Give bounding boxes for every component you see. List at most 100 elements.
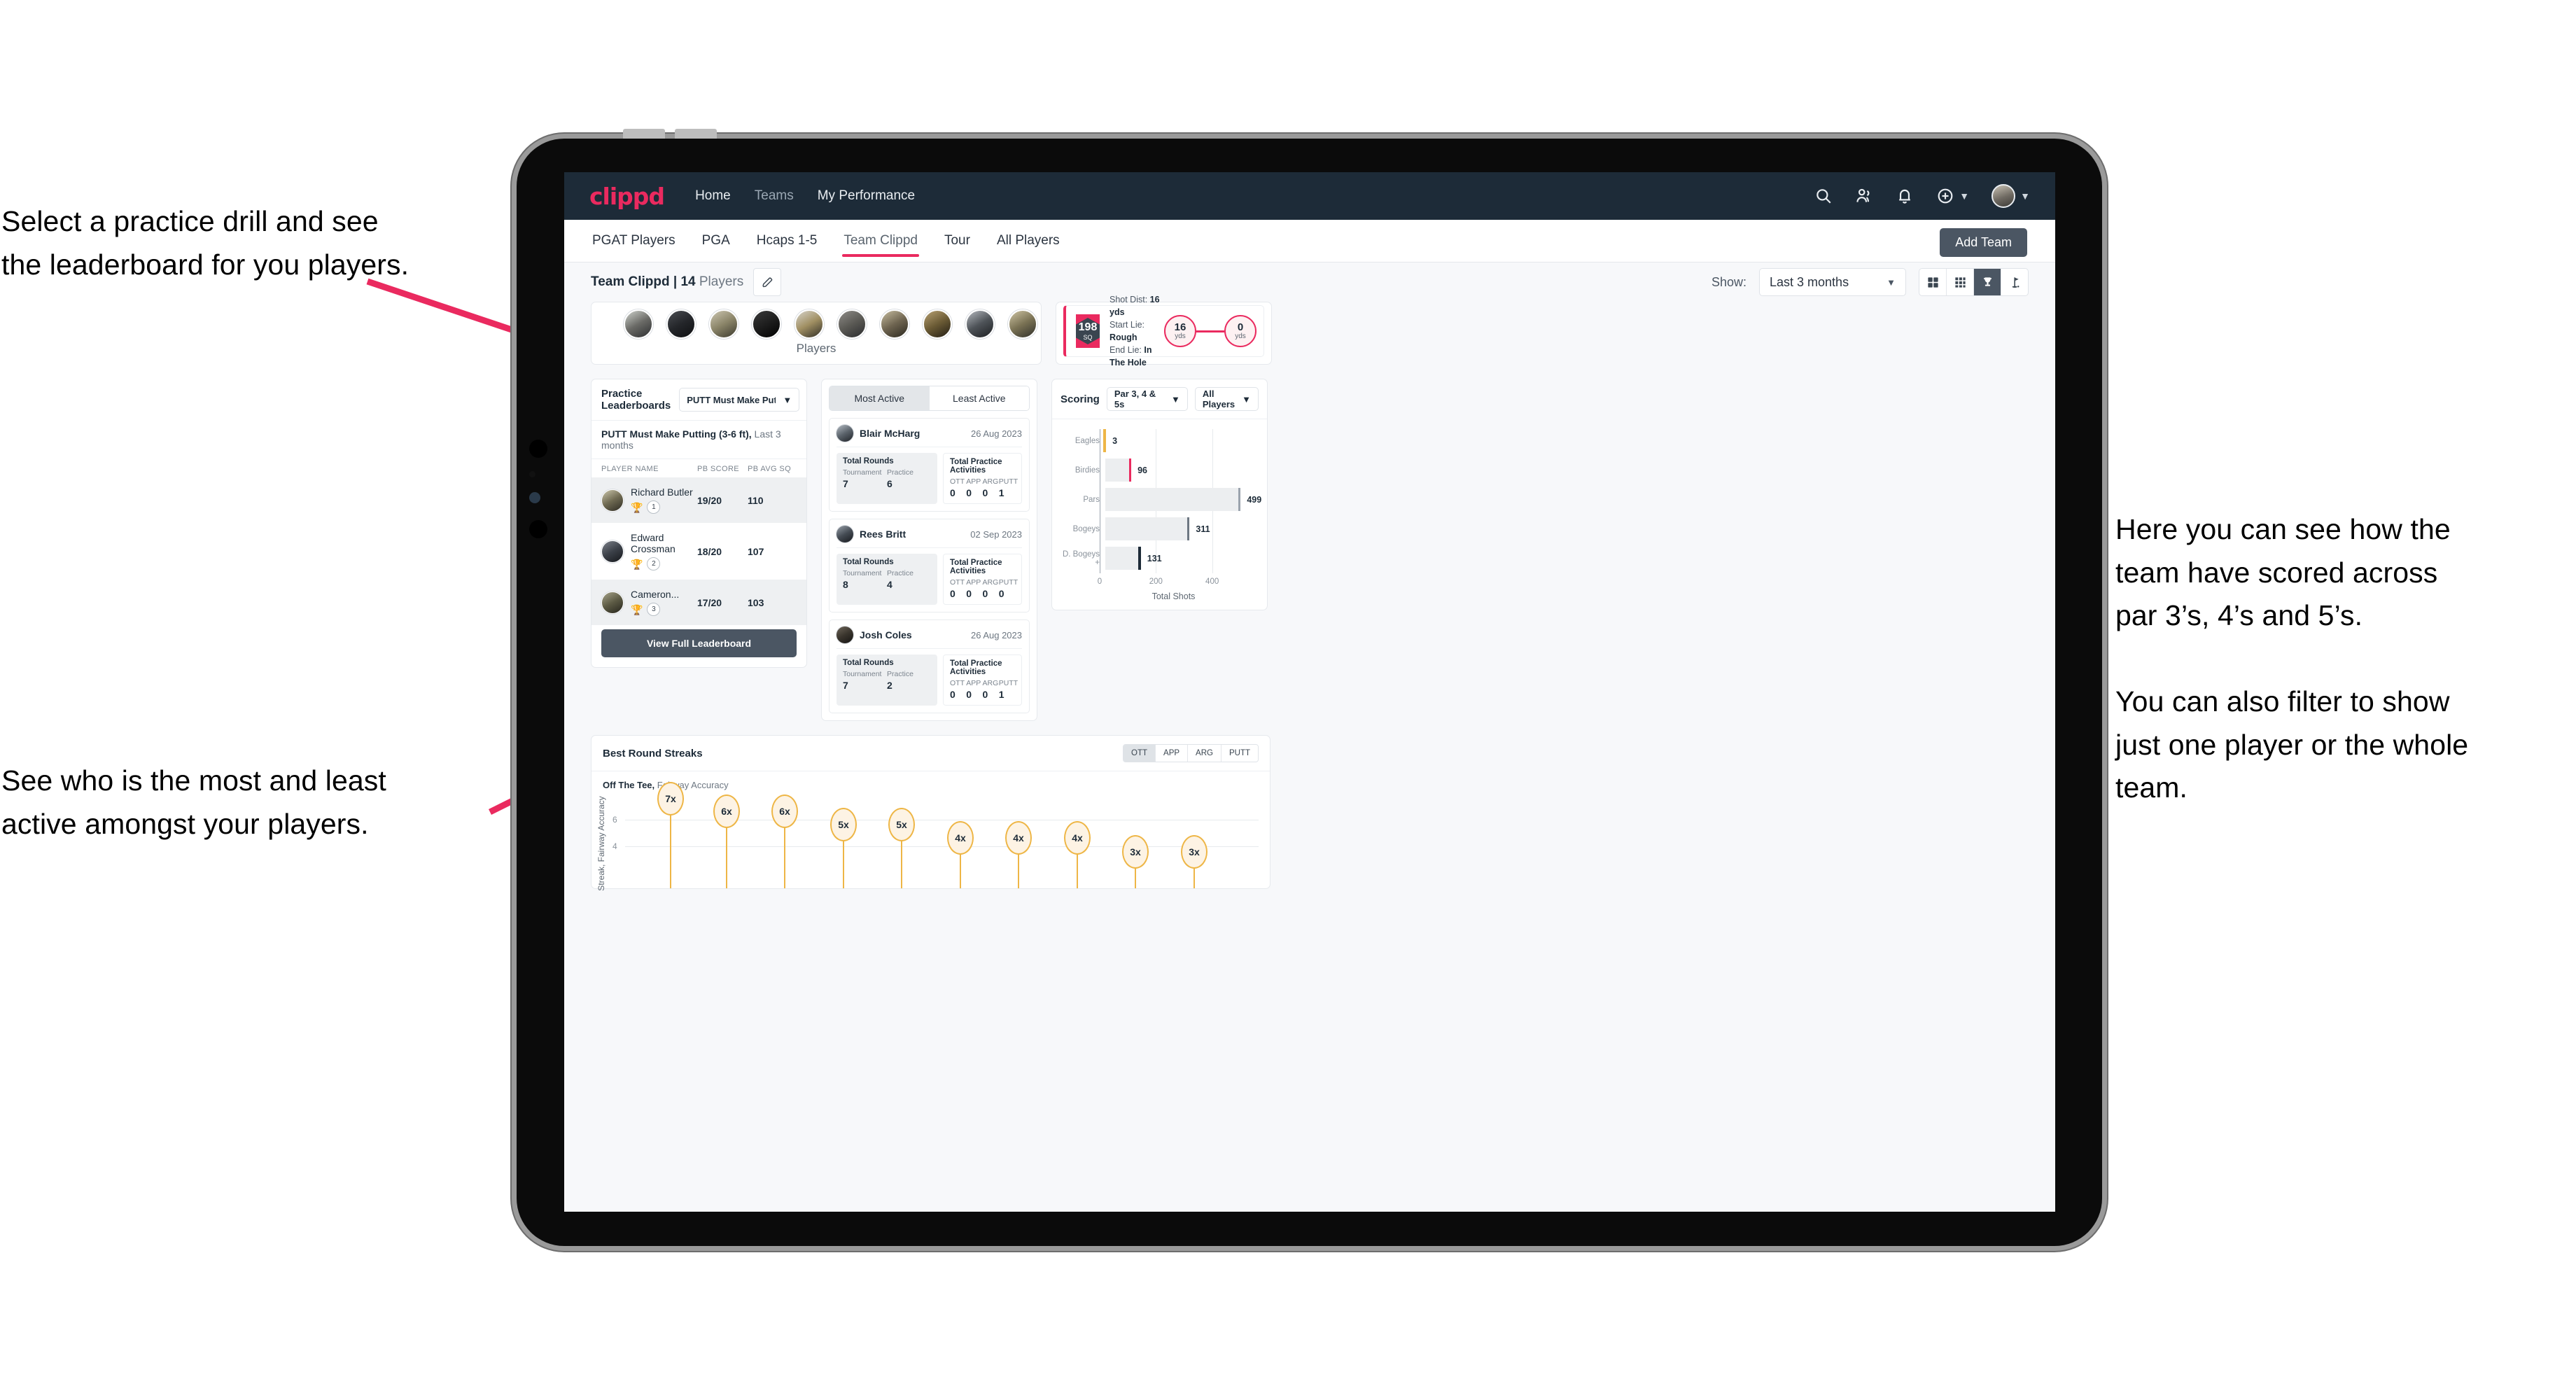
- bar-row-pars: Pars 499: [1059, 488, 1261, 511]
- lollipop-stem[interactable]: 3x: [1122, 835, 1149, 888]
- value-practice: 4: [887, 579, 892, 590]
- seg-app[interactable]: APP: [1155, 745, 1188, 762]
- avatar[interactable]: [666, 309, 696, 339]
- bar-label: Pars: [1083, 495, 1100, 504]
- table-row[interactable]: Cameron... 🏆 3 17/20 103: [592, 580, 806, 625]
- practice-values: 0 0 0 1: [950, 487, 1015, 498]
- middle-row: Practice Leaderboards PUTT Must Make Put…: [591, 379, 2029, 721]
- grid-small-icon[interactable]: [1946, 269, 1973, 295]
- account-menu[interactable]: ▼: [1991, 184, 2030, 208]
- date-range-select[interactable]: Last 3 months ▼: [1759, 268, 1906, 296]
- seg-arg[interactable]: ARG: [1187, 745, 1221, 762]
- lollipop-stem[interactable]: 5x: [830, 808, 857, 888]
- lollipop-stem[interactable]: 6x: [713, 794, 740, 888]
- players-strip-card: Players: [591, 302, 1042, 365]
- add-menu[interactable]: ▼: [1936, 187, 1969, 205]
- drill-select[interactable]: PUTT Must Make Putting ... ▼: [679, 388, 800, 412]
- y-tick-6: 6: [612, 815, 617, 825]
- tab-most-active[interactable]: Most Active: [830, 386, 930, 410]
- bell-icon[interactable]: [1896, 187, 1914, 205]
- streak-marker: 5x: [830, 808, 857, 841]
- tab-all-players[interactable]: All Players: [995, 220, 1061, 261]
- chevron-down-icon: ▼: [1242, 393, 1251, 405]
- distance-connector: [1196, 330, 1224, 332]
- tab-least-active[interactable]: Least Active: [929, 386, 1029, 410]
- edit-team-button[interactable]: [753, 268, 782, 296]
- value-app: 0: [966, 487, 972, 498]
- players-caption: Players: [796, 342, 836, 355]
- value-tournament: 7: [843, 478, 848, 489]
- nav-link-teams[interactable]: Teams: [755, 188, 794, 204]
- avatar[interactable]: [794, 309, 824, 339]
- add-team-button[interactable]: Add Team: [1940, 228, 2027, 257]
- lollipop-stem[interactable]: 7x: [657, 782, 684, 888]
- volume-down-button[interactable]: [675, 129, 717, 139]
- player-name: Josh Coles: [860, 629, 912, 640]
- table-row[interactable]: Richard Butler 🏆 1 19/20 110: [592, 477, 806, 523]
- tab-hcaps-1-5[interactable]: Hcaps 1-5: [755, 220, 819, 261]
- activity-item-header: Josh Coles 26 Aug 2023: [836, 626, 1022, 649]
- par-filter-select[interactable]: Par 3, 4 & 5s ▼: [1106, 387, 1188, 411]
- lollipop-stem[interactable]: 4x: [1064, 821, 1091, 888]
- list-item[interactable]: Blair McHarg 26 Aug 2023 Total Rounds To…: [829, 418, 1030, 512]
- value-putt: 1: [998, 487, 1004, 498]
- volume-up-button[interactable]: [623, 129, 665, 139]
- tab-pgat-players[interactable]: PGAT Players: [591, 220, 677, 261]
- total-rounds-header: Total Rounds: [843, 558, 894, 566]
- total-rounds-header: Total Rounds: [843, 457, 894, 465]
- avatar[interactable]: [880, 309, 909, 339]
- bar-track: 311: [1105, 517, 1257, 540]
- col-putt: PUTT: [998, 679, 1018, 687]
- trophy-icon: 🏆: [631, 558, 643, 570]
- avatar[interactable]: [709, 309, 738, 339]
- total-rounds-cols: Tournament Practice: [843, 569, 931, 578]
- lollipop-stem[interactable]: 4x: [947, 821, 974, 888]
- tab-team-clippd[interactable]: Team Clippd: [842, 220, 919, 261]
- bar-track: 131: [1105, 547, 1257, 570]
- list-item[interactable]: Rees Britt 02 Sep 2023 Total Rounds Tour…: [829, 519, 1030, 612]
- flag-icon[interactable]: [2001, 269, 2028, 295]
- search-icon[interactable]: [1814, 187, 1833, 205]
- tab-pga[interactable]: PGA: [701, 220, 732, 261]
- practice-activities-box: Total Practice Activities OTT APP ARG PU…: [943, 554, 1022, 605]
- avatar[interactable]: [624, 309, 653, 339]
- table-row[interactable]: Edward Crossman 🏆 2 18/20 107: [592, 523, 806, 580]
- streaks-subtitle: Off The Tee, Fairway Accuracy: [592, 771, 1270, 790]
- bar: [1105, 458, 1132, 482]
- lollipop-stem[interactable]: 6x: [771, 794, 798, 888]
- plus-circle-icon[interactable]: [1936, 187, 1954, 205]
- lollipop-stem[interactable]: 4x: [1005, 821, 1032, 888]
- value-practice: 2: [887, 680, 892, 691]
- bar-label: Bogeys: [1072, 524, 1100, 533]
- player-name: Rees Britt: [860, 528, 906, 540]
- bar-row-eagles: Eagles 3: [1059, 429, 1257, 452]
- lollipop-stem[interactable]: 3x: [1181, 835, 1208, 888]
- bar-track: 499: [1105, 488, 1261, 511]
- chevron-down-icon: ▼: [783, 394, 792, 405]
- nav-link-my-performance[interactable]: My Performance: [818, 188, 915, 204]
- list-item[interactable]: Josh Coles 26 Aug 2023 Total Rounds Tour…: [829, 620, 1030, 713]
- grid-large-icon[interactable]: [1919, 269, 1946, 295]
- clippd-logo[interactable]: clippd: [589, 183, 665, 210]
- scoring-card: Scoring Par 3, 4 & 5s ▼ All Players ▼ Ea…: [1051, 379, 1268, 610]
- nav-link-home[interactable]: Home: [695, 188, 731, 204]
- avatar[interactable]: [1991, 184, 2016, 208]
- player-filter-select[interactable]: All Players ▼: [1194, 387, 1259, 411]
- player-name: Cameron...: [631, 589, 680, 600]
- people-icon[interactable]: [1855, 187, 1873, 205]
- x-axis-label: Total Shots: [1152, 592, 1196, 601]
- avatar[interactable]: [1008, 309, 1037, 339]
- avatar[interactable]: [752, 309, 781, 339]
- trophy-icon[interactable]: [1973, 269, 2001, 295]
- avatar[interactable]: [837, 309, 867, 339]
- view-full-leaderboard-button[interactable]: View Full Leaderboard: [601, 629, 797, 657]
- tab-tour[interactable]: Tour: [943, 220, 972, 261]
- avatar[interactable]: [965, 309, 995, 339]
- seg-ott[interactable]: OTT: [1124, 745, 1156, 762]
- avatar[interactable]: [923, 309, 952, 339]
- seg-putt[interactable]: PUTT: [1220, 745, 1258, 762]
- player-filter-value: All Players: [1202, 388, 1236, 410]
- streak-marker: 3x: [1122, 835, 1149, 869]
- lollipop-stem[interactable]: 5x: [888, 808, 915, 888]
- shot-detail-row[interactable]: 198 SQ Shot Dist: 16 yds Start Lie: Roug…: [1063, 295, 1264, 368]
